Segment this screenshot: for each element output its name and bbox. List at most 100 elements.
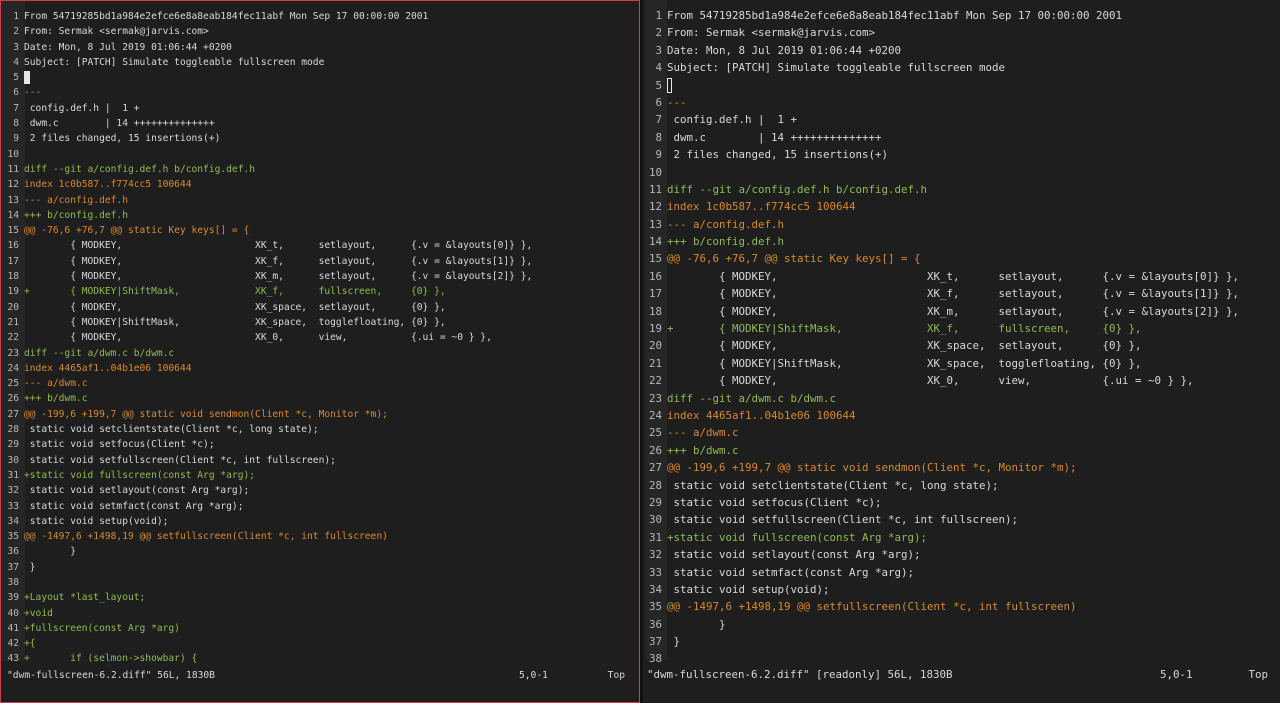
buffer-line[interactable]: 9 2 files changed, 15 insertions(+) <box>643 146 1280 163</box>
buffer-line[interactable]: 33 static void setmfact(const Arg *arg); <box>1 499 639 514</box>
buffer-line[interactable]: 40 +void <box>1 606 639 621</box>
line-text[interactable]: Subject: [PATCH] Simulate toggleable ful… <box>24 55 639 70</box>
line-text[interactable]: { MODKEY, XK_0, view, {.ui = ~0 } }, <box>667 372 1280 389</box>
buffer-line[interactable]: 1 From 54719285bd1a984e2efce6e8a8eab184fe… <box>643 7 1280 24</box>
line-text[interactable]: +Layout *last_layout; <box>24 590 639 605</box>
buffer-line[interactable]: 36 } <box>1 544 639 559</box>
line-text[interactable]: static void setfocus(Client *c); <box>667 494 1280 511</box>
line-text[interactable]: @@ -1497,6 +1498,19 @@ setfullscreen(Cli… <box>24 529 639 544</box>
buffer-line[interactable]: 16 { MODKEY, XK_t, setlayout, {.v = &lay… <box>1 238 639 253</box>
buffer-line[interactable]: 12 index 1c0b587..f774cc5 100644 <box>1 177 639 192</box>
line-text[interactable]: config.def.h | 1 + <box>24 101 639 116</box>
line-text[interactable]: { MODKEY, XK_space, setlayout, {0} }, <box>667 337 1280 354</box>
line-text[interactable]: @@ -199,6 +199,7 @@ static void sendmon(… <box>24 407 639 422</box>
line-text[interactable]: static void setmfact(const Arg *arg); <box>24 499 639 514</box>
buffer-line[interactable]: 19 + { MODKEY|ShiftMask, XK_f, fullscreen… <box>643 320 1280 337</box>
line-text[interactable]: } <box>24 544 639 559</box>
buffer-line[interactable]: 28 static void setclientstate(Client *c,… <box>1 422 639 437</box>
buffer-line[interactable]: 24 index 4465af1..04b1e06 100644 <box>643 407 1280 424</box>
buffer-line[interactable]: 2 From: Sermak <sermak@jarvis.com> <box>643 24 1280 41</box>
line-text[interactable]: { MODKEY, XK_t, setlayout, {.v = &layout… <box>667 268 1280 285</box>
line-text[interactable]: static void setup(void); <box>667 581 1280 598</box>
line-text[interactable]: diff --git a/config.def.h b/config.def.h <box>24 162 639 177</box>
buffer-line[interactable]: 43 + if (selmon->showbar) { <box>1 651 639 666</box>
buffer-line[interactable]: 30 static void setfullscreen(Client *c, … <box>643 511 1280 528</box>
buffer-line[interactable]: 29 static void setfocus(Client *c); <box>643 494 1280 511</box>
line-text[interactable]: diff --git a/dwm.c b/dwm.c <box>667 390 1280 407</box>
line-text[interactable]: Date: Mon, 8 Jul 2019 01:06:44 +0200 <box>667 42 1280 59</box>
buffer-line[interactable]: 36 } <box>643 616 1280 633</box>
buffer-line[interactable]: 31 +static void fullscreen(const Arg *arg… <box>643 529 1280 546</box>
line-text[interactable]: From 54719285bd1a984e2efce6e8a8eab184fec… <box>24 9 639 24</box>
buffer-line[interactable]: 31 +static void fullscreen(const Arg *arg… <box>1 468 639 483</box>
buffer-line[interactable]: 7 config.def.h | 1 + <box>1 101 639 116</box>
line-text[interactable] <box>24 575 639 590</box>
buffer-line[interactable]: 29 static void setfocus(Client *c); <box>1 437 639 452</box>
line-text[interactable]: { MODKEY|ShiftMask, XK_space, togglefloa… <box>667 355 1280 372</box>
line-text[interactable]: dwm.c | 14 ++++++++++++++ <box>24 116 639 131</box>
buffer-line[interactable]: 18 { MODKEY, XK_m, setlayout, {.v = &lay… <box>643 303 1280 320</box>
editor-pane-right[interactable]: 1 From 54719285bd1a984e2efce6e8a8eab184fe… <box>643 0 1280 703</box>
buffer-text[interactable]: 1 From 54719285bd1a984e2efce6e8a8eab184fe… <box>643 7 1280 668</box>
line-text[interactable]: static void setup(void); <box>24 514 639 529</box>
line-text[interactable]: +void <box>24 606 639 621</box>
line-text[interactable]: static void setclientstate(Client *c, lo… <box>24 422 639 437</box>
buffer-line[interactable]: 3 Date: Mon, 8 Jul 2019 01:06:44 +0200 <box>643 42 1280 59</box>
buffer-line[interactable]: 21 { MODKEY|ShiftMask, XK_space, togglef… <box>643 355 1280 372</box>
buffer-line[interactable]: 39 +Layout *last_layout; <box>1 590 639 605</box>
line-text[interactable]: + { MODKEY|ShiftMask, XK_f, fullscreen, … <box>24 284 639 299</box>
buffer-line[interactable]: 23 diff --git a/dwm.c b/dwm.c <box>643 390 1280 407</box>
line-text[interactable]: index 4465af1..04b1e06 100644 <box>24 361 639 376</box>
buffer-line[interactable]: 5 <box>643 77 1280 94</box>
line-text[interactable]: @@ -76,6 +76,7 @@ static Key keys[] = { <box>24 223 639 238</box>
line-text[interactable]: Subject: [PATCH] Simulate toggleable ful… <box>667 59 1280 76</box>
line-text[interactable]: + { MODKEY|ShiftMask, XK_f, fullscreen, … <box>667 320 1280 337</box>
buffer-line[interactable]: 26 +++ b/dwm.c <box>643 442 1280 459</box>
buffer-line[interactable]: 11 diff --git a/config.def.h b/config.def… <box>643 181 1280 198</box>
buffer-line[interactable]: 15 @@ -76,6 +76,7 @@ static Key keys[] = … <box>1 223 639 238</box>
line-text[interactable]: { MODKEY, XK_space, setlayout, {0} }, <box>24 300 639 315</box>
line-text[interactable]: static void setclientstate(Client *c, lo… <box>667 477 1280 494</box>
buffer-line[interactable]: 5 <box>1 70 639 85</box>
buffer-line[interactable]: 16 { MODKEY, XK_t, setlayout, {.v = &lay… <box>643 268 1280 285</box>
buffer-line[interactable]: 15 @@ -76,6 +76,7 @@ static Key keys[] = … <box>643 250 1280 267</box>
line-text[interactable]: From: Sermak <sermak@jarvis.com> <box>24 24 639 39</box>
buffer-line[interactable]: 34 static void setup(void); <box>643 581 1280 598</box>
line-text[interactable]: --- a/config.def.h <box>24 193 639 208</box>
line-text[interactable]: static void setfocus(Client *c); <box>24 437 639 452</box>
buffer-line[interactable]: 8 dwm.c | 14 ++++++++++++++ <box>643 129 1280 146</box>
line-text[interactable]: { MODKEY, XK_f, setlayout, {.v = &layout… <box>24 254 639 269</box>
line-text[interactable]: --- <box>24 85 639 100</box>
line-text[interactable]: +{ <box>24 636 639 651</box>
line-text[interactable]: @@ -199,6 +199,7 @@ static void sendmon(… <box>667 459 1280 476</box>
line-text[interactable]: From: Sermak <sermak@jarvis.com> <box>667 24 1280 41</box>
buffer-line[interactable]: 4 Subject: [PATCH] Simulate toggleable fu… <box>1 55 639 70</box>
line-text[interactable] <box>24 70 639 85</box>
buffer-line[interactable]: 8 dwm.c | 14 ++++++++++++++ <box>1 116 639 131</box>
line-text[interactable]: + if (selmon->showbar) { <box>24 651 639 666</box>
line-text[interactable]: static void setlayout(const Arg *arg); <box>24 483 639 498</box>
buffer-line[interactable]: 6 --- <box>1 85 639 100</box>
line-text[interactable]: diff --git a/dwm.c b/dwm.c <box>24 346 639 361</box>
buffer-line[interactable]: 37 } <box>1 560 639 575</box>
line-text[interactable]: --- a/config.def.h <box>667 216 1280 233</box>
line-text[interactable]: { MODKEY, XK_t, setlayout, {.v = &layout… <box>24 238 639 253</box>
buffer-line[interactable]: 25 --- a/dwm.c <box>643 424 1280 441</box>
line-text[interactable]: --- a/dwm.c <box>24 376 639 391</box>
line-text[interactable]: --- a/dwm.c <box>667 424 1280 441</box>
line-text[interactable]: +++ b/config.def.h <box>667 233 1280 250</box>
editor-pane-left[interactable]: 1 From 54719285bd1a984e2efce6e8a8eab184fe… <box>0 0 640 703</box>
buffer-line[interactable]: 6 --- <box>643 94 1280 111</box>
line-text[interactable] <box>667 77 1280 94</box>
buffer-line[interactable]: 11 diff --git a/config.def.h b/config.def… <box>1 162 639 177</box>
buffer-line[interactable]: 10 <box>1 147 639 162</box>
line-text[interactable]: { MODKEY, XK_m, setlayout, {.v = &layout… <box>667 303 1280 320</box>
buffer-line[interactable]: 33 static void setmfact(const Arg *arg); <box>643 564 1280 581</box>
line-text[interactable] <box>24 147 639 162</box>
buffer-line[interactable]: 19 + { MODKEY|ShiftMask, XK_f, fullscreen… <box>1 284 639 299</box>
buffer-line[interactable]: 20 { MODKEY, XK_space, setlayout, {0} }, <box>643 337 1280 354</box>
buffer-line[interactable]: 28 static void setclientstate(Client *c,… <box>643 477 1280 494</box>
buffer-line[interactable]: 32 static void setlayout(const Arg *arg)… <box>1 483 639 498</box>
line-text[interactable]: From 54719285bd1a984e2efce6e8a8eab184fec… <box>667 7 1280 24</box>
line-text[interactable]: diff --git a/config.def.h b/config.def.h <box>667 181 1280 198</box>
